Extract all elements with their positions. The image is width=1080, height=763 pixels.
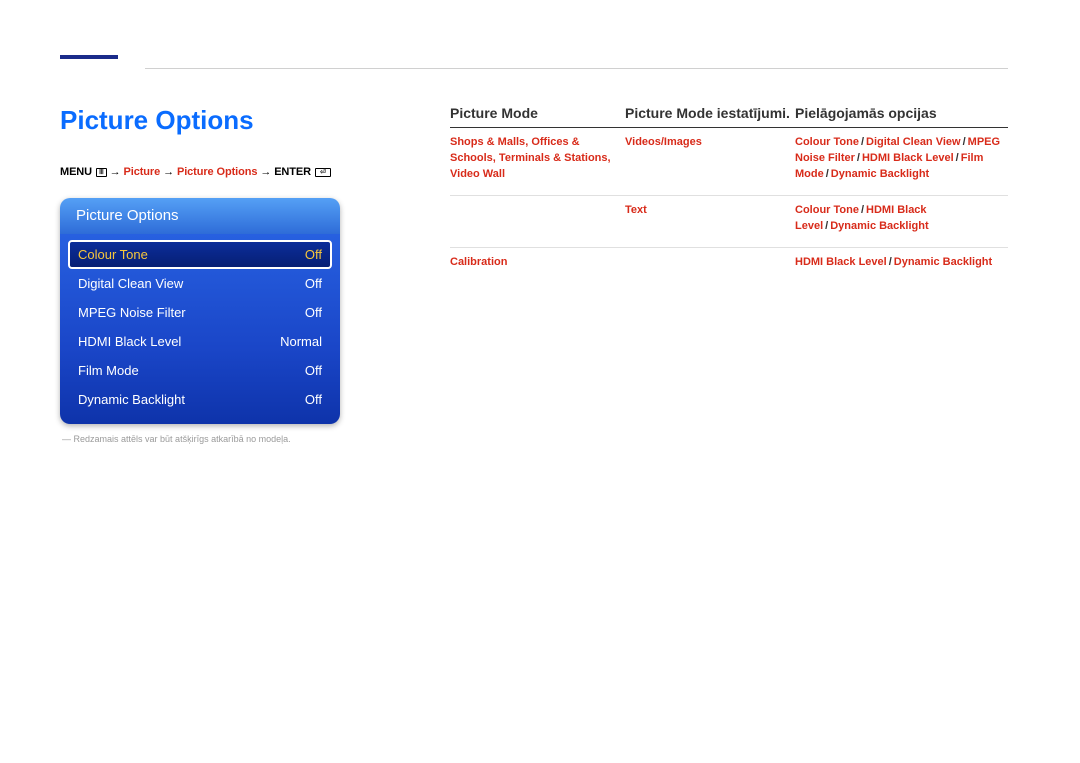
cell-options: Colour Tone/HDMI Black Level/Dynamic Bac… <box>795 203 1008 235</box>
menu-item[interactable]: Dynamic Backlight Off <box>68 385 332 414</box>
table-row: Shops & Malls, Offices & Schools, Termin… <box>450 128 1008 196</box>
table-row: Calibration HDMI Black Level/Dynamic Back… <box>450 248 1008 283</box>
menu-item-label: Dynamic Backlight <box>78 392 185 407</box>
options-table: Picture Mode Picture Mode iestatījumi. P… <box>450 105 1008 283</box>
enter-icon: ⏎ <box>315 168 331 177</box>
menu-item-value: Off <box>305 363 322 378</box>
breadcrumb: MENU Ⅲ → Picture → Picture Options → ENT… <box>60 166 380 178</box>
menu-item-label: HDMI Black Level <box>78 334 181 349</box>
menu-item[interactable]: Digital Clean View Off <box>68 269 332 298</box>
cell-mode: Shops & Malls, Offices & Schools, Termin… <box>450 135 625 183</box>
menu-item-value: Off <box>305 305 322 320</box>
cell-setting <box>625 255 795 271</box>
table-row: TextColour Tone/HDMI Black Level/Dynamic… <box>450 196 1008 248</box>
breadcrumb-picture-options: Picture Options <box>177 166 257 178</box>
th-settings: Picture Mode iestatījumi. <box>625 105 795 121</box>
cell-options: HDMI Black Level/Dynamic Backlight <box>795 255 1008 271</box>
header-accent-bar <box>60 55 118 59</box>
cell-setting: Videos/Images <box>625 135 795 183</box>
menu-item-value: Off <box>305 276 322 291</box>
menu-item[interactable]: Film Mode Off <box>68 356 332 385</box>
cell-mode: Calibration <box>450 255 625 271</box>
header-rule <box>145 68 1008 69</box>
footnote: Redzamais attēls var būt atšķirīgs atkar… <box>60 434 380 444</box>
breadcrumb-picture: Picture <box>124 166 161 178</box>
menu-item-value: Off <box>305 392 322 407</box>
menu-item[interactable]: Colour Tone Off <box>68 240 332 269</box>
th-options: Pielāgojamās opcijas <box>795 105 1008 121</box>
menu-item-value: Off <box>305 247 322 262</box>
breadcrumb-menu: MENU <box>60 166 92 178</box>
table-header: Picture Mode Picture Mode iestatījumi. P… <box>450 105 1008 128</box>
picture-options-panel: Picture Options Colour ToneOffDigital Cl… <box>60 198 340 424</box>
menu-item-label: Film Mode <box>78 363 139 378</box>
menu-item-label: Colour Tone <box>78 247 148 262</box>
menu-item-label: Digital Clean View <box>78 276 183 291</box>
page-title: Picture Options <box>60 105 380 136</box>
breadcrumb-enter: ENTER <box>274 166 311 178</box>
cell-mode <box>450 203 625 235</box>
th-picture-mode: Picture Mode <box>450 105 625 121</box>
menu-item[interactable]: MPEG Noise Filter Off <box>68 298 332 327</box>
menu-item[interactable]: HDMI Black Level Normal <box>68 327 332 356</box>
cell-options: Colour Tone/Digital Clean View/MPEG Nois… <box>795 135 1008 183</box>
menu-icon: Ⅲ <box>96 168 107 177</box>
menu-item-value: Normal <box>280 334 322 349</box>
cell-setting: Text <box>625 203 795 235</box>
panel-body: Colour ToneOffDigital Clean ViewOffMPEG … <box>60 234 340 424</box>
menu-item-label: MPEG Noise Filter <box>78 305 186 320</box>
panel-header: Picture Options <box>60 198 340 234</box>
